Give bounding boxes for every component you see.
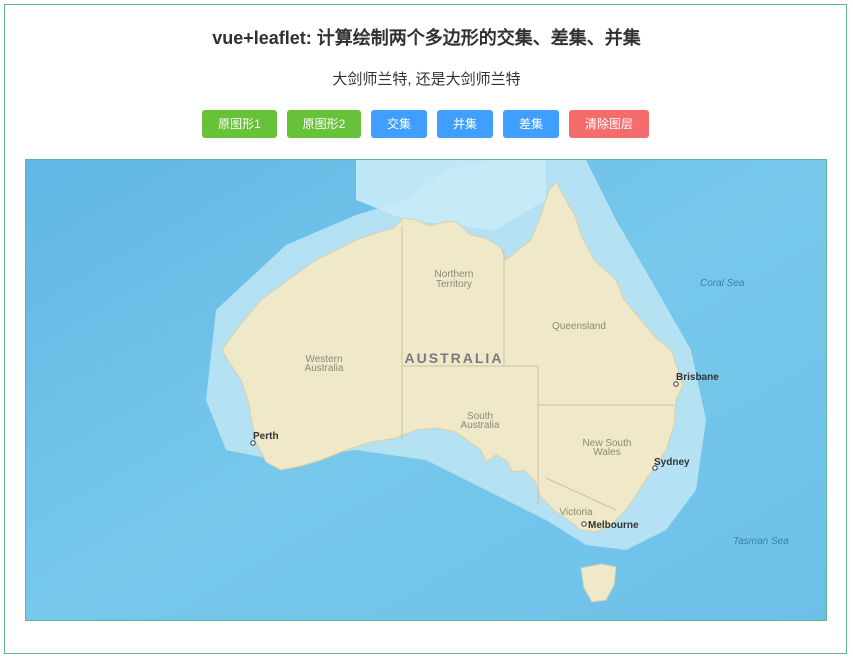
page-title: vue+leaflet: 计算绘制两个多边形的交集、差集、并集 [212, 28, 641, 48]
region-label-nsw-2: Wales [593, 447, 620, 458]
region-label-vic: Victoria [559, 507, 593, 518]
city-label-brisbane: Brisbane [676, 372, 719, 383]
original-shape-1-button[interactable]: 原图形1 [202, 110, 277, 138]
country-label: AUSTRALIA [405, 350, 504, 366]
sea-label-coral: Coral Sea [700, 278, 745, 289]
region-label-wa-2: Australia [305, 363, 344, 374]
difference-button[interactable]: 差集 [503, 110, 559, 138]
city-marker-melbourne [581, 521, 587, 527]
city-label-perth: Perth [253, 431, 279, 442]
original-shape-2-button[interactable]: 原图形2 [287, 110, 361, 138]
map-view[interactable]: AUSTRALIA Northern Territory Western Aus… [25, 159, 827, 621]
region-label-sa-2: Australia [461, 420, 500, 431]
city-label-sydney: Sydney [654, 457, 690, 468]
union-button[interactable]: 并集 [437, 110, 493, 138]
toolbar: 原图形1 原图形2 交集 并集 差集 清除图层 [0, 110, 853, 138]
region-label-nt-2: Territory [436, 279, 472, 290]
sea-label-tasman: Tasman Sea [733, 536, 789, 547]
intersection-button[interactable]: 交集 [371, 110, 427, 138]
region-label-qld: Queensland [552, 321, 606, 332]
clear-layers-button[interactable]: 清除图层 [569, 110, 649, 138]
map-canvas[interactable]: AUSTRALIA Northern Territory Western Aus… [26, 160, 826, 620]
page-subtitle: 大剑师兰特, 还是大剑师兰特 [332, 71, 521, 88]
city-label-melbourne: Melbourne [588, 520, 639, 531]
